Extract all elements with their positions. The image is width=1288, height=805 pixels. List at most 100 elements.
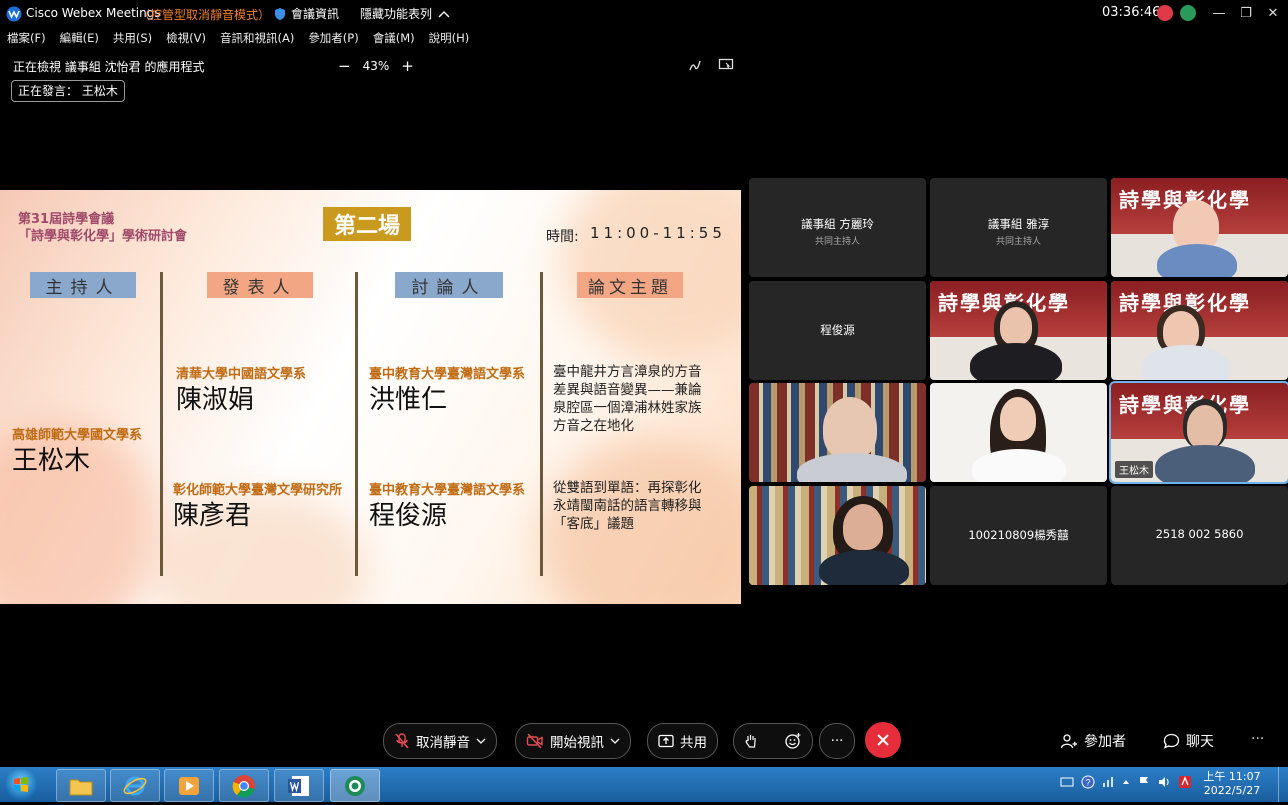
time-value: 11:00-11:55 xyxy=(590,224,726,242)
header-topic: 論文主題 xyxy=(577,272,683,298)
participant-body xyxy=(1155,445,1255,482)
chat-panel-button[interactable]: 聊天 xyxy=(1163,731,1214,751)
participant-tile[interactable]: 100210809楊秀囍 xyxy=(930,486,1107,585)
participant-face xyxy=(1187,405,1223,449)
zoom-level: 43% xyxy=(362,59,390,73)
menu-help[interactable]: 說明(H) xyxy=(429,30,470,48)
recording-icon[interactable] xyxy=(1157,5,1173,21)
participant-body xyxy=(1141,345,1231,380)
participant-tile[interactable]: 程俊源 xyxy=(749,281,926,380)
menu-audio-video[interactable]: 音訊和視訊(A) xyxy=(220,30,294,48)
shield-icon xyxy=(275,7,285,20)
chat-bubble-icon xyxy=(1163,733,1180,749)
participant-body xyxy=(970,343,1062,380)
start-video-button[interactable]: 開始視訊 xyxy=(515,723,631,759)
paper-topic: 臺中龍井方言漳泉的方音差異與語音變異——兼論泉腔區一個漳浦林姓家族方音之在地化 xyxy=(553,364,702,434)
share-label: 共用 xyxy=(680,735,707,751)
participant-tile[interactable]: 議事組 雅淳 共同主持人 xyxy=(930,178,1107,277)
participant-video[interactable]: 詩學與彰化學 xyxy=(1111,281,1288,380)
system-clock[interactable]: 上午 11:07 2022/5/27 xyxy=(1200,770,1264,798)
taskbar-internet-explorer[interactable] xyxy=(110,769,160,802)
antivirus-icon[interactable] xyxy=(1178,775,1192,789)
taskbar-file-explorer[interactable] xyxy=(56,769,106,802)
menu-meeting[interactable]: 會議(M) xyxy=(373,30,415,48)
restore-button[interactable]: ❐ xyxy=(1235,3,1257,23)
chevron-down-icon[interactable] xyxy=(610,737,620,745)
taskbar-media-player[interactable] xyxy=(164,769,214,802)
participant-role: 共同主持人 xyxy=(814,237,860,247)
participant-video[interactable] xyxy=(749,383,926,482)
system-date: 2022/5/27 xyxy=(1203,784,1261,797)
menu-share[interactable]: 共用(S) xyxy=(113,30,152,48)
participant-name: 議事組 方麗玲 xyxy=(801,217,874,231)
share-button[interactable]: 共用 xyxy=(647,723,718,759)
menu-edit[interactable]: 編輯(E) xyxy=(60,30,99,48)
hide-menu-bar-button[interactable]: 隱藏功能表列 xyxy=(360,5,450,22)
participant-tile[interactable]: 2518 002 5860 xyxy=(1111,486,1288,585)
header-presenter: 發表人 xyxy=(207,272,313,298)
raise-hand-icon[interactable] xyxy=(744,733,758,749)
meeting-info-button[interactable]: 會議資訊 xyxy=(274,5,339,22)
minimize-button[interactable]: — xyxy=(1208,3,1230,23)
paper-topic: 從雙語到單語：再探彰化永靖閩南話的語言轉移與「客底」議題 xyxy=(553,480,702,532)
taskbar-chrome[interactable] xyxy=(219,769,269,802)
panel-overflow-button[interactable]: ··· xyxy=(1251,731,1264,747)
unmute-button[interactable]: 取消靜音 xyxy=(383,723,497,759)
start-button[interactable] xyxy=(4,769,38,801)
meeting-clock: 03:36:46 xyxy=(1102,5,1161,20)
active-speaker-label: 正在發言： 王松木 xyxy=(11,80,125,102)
participant-video[interactable]: 詩學與彰化學 xyxy=(1111,178,1288,277)
tray-expand-icon[interactable] xyxy=(1121,775,1131,789)
participant-face xyxy=(1000,397,1036,441)
remote-control-icon[interactable] xyxy=(718,58,734,72)
mic-muted-icon xyxy=(395,733,409,749)
more-options-button[interactable]: ··· xyxy=(819,723,855,759)
participant-video[interactable]: 詩學與彰化學 xyxy=(930,281,1107,380)
svg-text:?: ? xyxy=(1085,778,1090,788)
chevron-down-icon[interactable] xyxy=(476,737,486,745)
participant-tile[interactable]: 議事組 方麗玲 共同主持人 xyxy=(749,178,926,277)
taskbar-webex[interactable] xyxy=(330,769,380,802)
person-icon xyxy=(1060,734,1077,749)
chat-label: 聊天 xyxy=(1186,734,1214,750)
leave-meeting-button[interactable] xyxy=(865,722,901,758)
network-health-icon[interactable] xyxy=(1180,5,1196,21)
menu-file[interactable]: 檔案(F) xyxy=(7,30,46,48)
header-host: 主持人 xyxy=(30,272,136,298)
share-screen-icon xyxy=(658,734,674,748)
webex-app-icon xyxy=(345,775,365,796)
participant-video-active[interactable]: 詩學與彰化學 王松木 xyxy=(1109,381,1288,484)
close-button[interactable]: ✕ xyxy=(1262,3,1284,23)
emoji-reaction-icon[interactable] xyxy=(784,732,802,750)
taskbar-word[interactable] xyxy=(274,769,324,802)
menu-participants[interactable]: 參加者(P) xyxy=(308,30,358,48)
flag-icon[interactable] xyxy=(1138,775,1150,789)
shared-slide: 第31屆詩學會議 「詩學與彰化學」學術研討會 第二場 時間: 11:00-11:… xyxy=(0,190,741,604)
speaker-icon[interactable] xyxy=(1157,775,1171,789)
participant-video[interactable] xyxy=(930,383,1107,482)
zoom-out-button[interactable]: − xyxy=(338,57,351,75)
meeting-info-label: 會議資訊 xyxy=(291,7,340,21)
zoom-control: − 43% + xyxy=(338,57,414,75)
chevron-up-icon xyxy=(438,10,450,17)
media-player-icon xyxy=(179,776,199,795)
annotate-icon[interactable] xyxy=(688,58,702,72)
reactions-group xyxy=(733,723,813,759)
column-divider xyxy=(355,272,358,576)
internet-explorer-icon xyxy=(123,776,147,795)
participants-panel-button[interactable]: 參加者 xyxy=(1060,731,1126,751)
menu-view[interactable]: 檢視(V) xyxy=(166,30,206,48)
keyboard-icon[interactable] xyxy=(1060,775,1074,789)
show-desktop-button[interactable] xyxy=(1278,767,1288,802)
help-icon[interactable]: ? xyxy=(1081,775,1095,789)
participant-face xyxy=(843,504,883,550)
network-icon[interactable] xyxy=(1102,775,1114,789)
time-label: 時間: xyxy=(546,229,579,245)
participant-name: 100210809楊秀囍 xyxy=(968,528,1069,542)
close-icon xyxy=(877,734,889,746)
participant-video[interactable] xyxy=(749,486,926,585)
participant-face xyxy=(823,397,877,459)
hide-menu-bar-label: 隱藏功能表列 xyxy=(360,7,433,21)
system-tray: ? xyxy=(1060,775,1192,789)
zoom-in-button[interactable]: + xyxy=(401,57,414,75)
